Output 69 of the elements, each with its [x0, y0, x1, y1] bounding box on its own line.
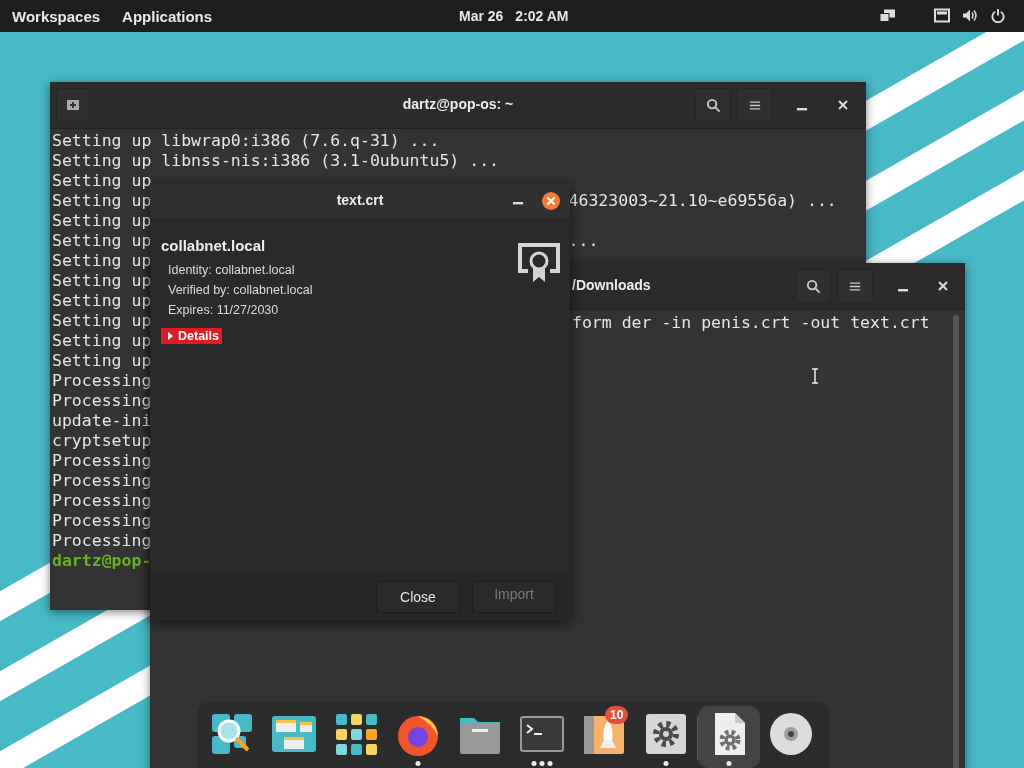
menu-icon	[749, 99, 761, 111]
workspaces-button[interactable]: Workspaces	[12, 7, 101, 25]
certificate-field: Expires: 11/27/2030	[168, 300, 279, 320]
terminal-line: Setting up	[52, 311, 152, 330]
terminal-line: Processing	[52, 371, 152, 390]
details-expander[interactable]: Details	[161, 328, 222, 344]
display-icon[interactable]	[880, 8, 896, 23]
terminal-line: Setting up libwrap0:i386 (7.6.q-31) ...	[52, 131, 440, 150]
terminal-line: form der -in penis.crt -out text.crt	[572, 313, 930, 332]
terminal-line: ...	[568, 231, 599, 251]
running-indicator	[663, 761, 669, 766]
certificate-icon	[516, 241, 562, 283]
terminal-line: Processing	[52, 471, 152, 490]
certificate-field: Identity: collabnet.local	[168, 260, 295, 280]
time-text[interactable]: 2:02 AM	[515, 8, 569, 24]
close-button[interactable]	[838, 100, 848, 110]
close-button[interactable]	[938, 281, 948, 291]
terminal-line: cryptsetup	[52, 431, 152, 450]
terminal-line: Processing	[52, 491, 152, 510]
terminal-line: Processing	[52, 531, 152, 550]
menu-icon	[849, 280, 861, 292]
expander-arrow-icon	[166, 332, 174, 340]
close-button[interactable]	[541, 191, 561, 211]
terminal-line: Processing	[52, 391, 152, 410]
search-button[interactable]	[695, 88, 731, 122]
terminal-line: Setting up	[52, 251, 152, 270]
minimize-button[interactable]	[797, 108, 807, 111]
terminal-line: Setting up	[52, 171, 152, 190]
dock-item[interactable]	[698, 706, 760, 768]
terminal-line: Setting up	[52, 291, 152, 310]
search-icon	[705, 97, 721, 113]
date-text[interactable]: Mar 26	[459, 8, 504, 24]
window-title: dartz@pop-os: ~	[402, 96, 514, 112]
terminal-line: Setting up libnss-nis:i386 (3.1-0ubuntu5) ...	[52, 151, 500, 170]
terminal-line: dartz@pop-	[52, 551, 152, 570]
power-icon[interactable]	[990, 8, 1006, 23]
dialog-button[interactable]: Close	[376, 580, 460, 613]
text-cursor-icon	[811, 368, 819, 384]
terminal-line: Setting up	[52, 211, 152, 230]
notification-badge: 10	[605, 706, 629, 724]
minimize-button[interactable]	[513, 202, 523, 205]
scrollbar[interactable]	[953, 315, 959, 768]
terminal-line: 46323003~21.10~e69556a) ...	[568, 191, 837, 211]
running-indicator	[531, 761, 553, 766]
applications-button[interactable]: Applications	[122, 7, 213, 25]
volume-icon[interactable]	[962, 8, 978, 23]
minimize-button[interactable]	[898, 289, 908, 292]
running-indicator	[726, 761, 732, 766]
dialog-title: text.crt	[336, 192, 384, 208]
terminal-line: Setting up	[52, 331, 152, 350]
certificate-name: collabnet.local	[161, 237, 266, 254]
terminal-line: Setting up	[52, 191, 152, 210]
dock-item[interactable]: 10	[573, 706, 635, 768]
running-indicator	[415, 761, 421, 766]
terminal-line: update-ini	[52, 411, 152, 430]
menu-button[interactable]	[837, 269, 873, 303]
search-button[interactable]	[795, 269, 831, 303]
window-title: /Downloads	[572, 277, 651, 293]
new-tab-button[interactable]	[56, 88, 90, 122]
disc-icon	[767, 710, 815, 758]
terminal-line: Setting up	[52, 231, 152, 250]
certificate-field: Verified by: collabnet.local	[168, 280, 313, 300]
terminal-line: Setting up	[52, 351, 152, 370]
terminal-line: Setting up	[52, 271, 152, 290]
menu-button[interactable]	[737, 88, 773, 122]
terminal-line: Processing	[52, 511, 152, 530]
search-icon	[805, 278, 821, 294]
terminal-line: Processing	[52, 451, 152, 470]
new-tab-icon	[66, 98, 80, 112]
